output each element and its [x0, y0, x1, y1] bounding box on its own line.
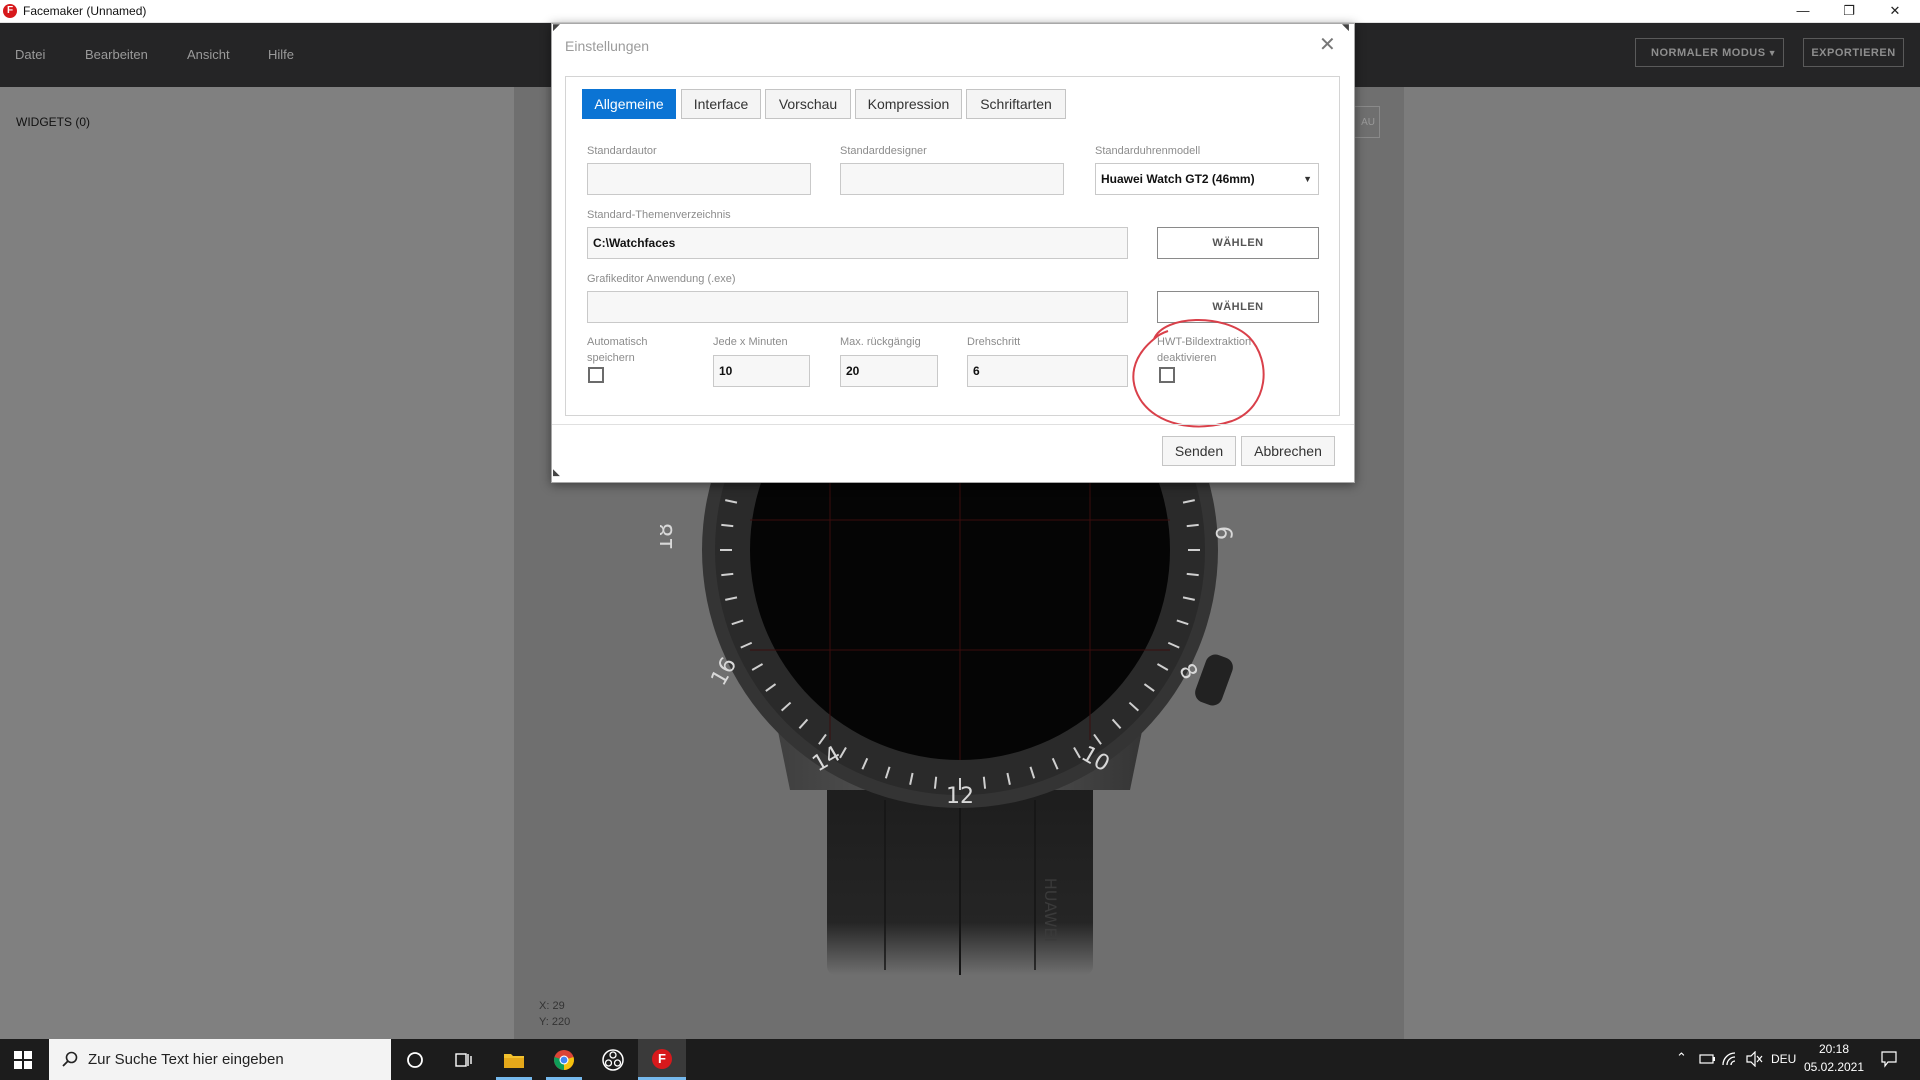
restore-button[interactable]: ❐ — [1826, 0, 1872, 22]
choose-theme-directory-button[interactable]: WÄHLEN — [1157, 227, 1319, 259]
bezel-tick — [1186, 523, 1199, 528]
bezel-number-18: 18 — [660, 523, 678, 551]
resize-handle-icon[interactable]: ◥ — [1342, 22, 1349, 33]
windows-start-icon[interactable] — [14, 1051, 32, 1069]
show-hidden-icons-icon[interactable]: ⌃ — [1676, 1050, 1687, 1066]
bezel-number-12: 12 — [946, 784, 974, 809]
tab-interface[interactable]: Interface — [681, 89, 761, 119]
annotation-circle — [1132, 319, 1265, 428]
graphics-editor-label: Grafikeditor Anwendung (.exe) — [587, 273, 736, 285]
resize-handle-icon[interactable]: ◤ — [553, 22, 560, 33]
window-title: Facemaker (Unnamed) — [23, 4, 147, 18]
bezel-tick — [982, 776, 987, 789]
theme-directory-input[interactable]: C:\Watchfaces — [587, 227, 1128, 259]
every-x-minutes-input[interactable]: 10 — [713, 355, 810, 387]
tab-schriftarten[interactable]: Schriftarten — [966, 89, 1066, 119]
watch-crown — [1195, 654, 1233, 706]
standard-author-label: Standardautor — [587, 145, 657, 157]
minimize-button[interactable]: — — [1780, 0, 1826, 22]
cursor-y-readout: Y: 220 — [539, 1016, 571, 1028]
autosave-label-line2: speichern — [587, 352, 635, 364]
strap-brand-text: HUAWEI — [1041, 878, 1060, 942]
chevron-down-icon: ▼ — [1303, 174, 1312, 184]
standard-author-input[interactable] — [587, 163, 811, 195]
properties-panel — [1404, 87, 1920, 1039]
graphics-editor-input[interactable] — [587, 291, 1128, 323]
standard-designer-input[interactable] — [840, 163, 1064, 195]
submit-button[interactable]: Senden — [1162, 436, 1236, 466]
cancel-button[interactable]: Abbrechen — [1241, 436, 1335, 466]
bezel-tick — [721, 523, 734, 528]
max-undo-label: Max. rückgängig — [840, 336, 921, 348]
bezel-tick — [721, 572, 734, 577]
mode-dropdown[interactable]: NORMALER MODUS ▼ — [1635, 38, 1784, 67]
facemaker-taskbar-button[interactable]: F — [638, 1039, 686, 1080]
widgets-count-label: WIDGETS (0) — [16, 115, 90, 129]
input-language[interactable]: DEU — [1771, 1052, 1796, 1066]
dialog-close-icon[interactable]: ✕ — [1319, 32, 1336, 57]
tab-kompression[interactable]: Kompression — [855, 89, 962, 119]
taskbar-search-box[interactable]: Zur Suche Text hier eingeben — [49, 1039, 391, 1080]
widgets-panel: WIDGETS (0) — [0, 87, 514, 1039]
menu-hilfe[interactable]: Hilfe — [268, 47, 294, 62]
taskbar: Zur Suche Text hier eingeben F ⌃ DEU 20:… — [0, 1039, 1920, 1080]
search-icon — [62, 1051, 78, 1067]
dialog-footer-divider — [552, 424, 1354, 425]
clock-time[interactable]: 20:18 — [1806, 1042, 1862, 1056]
settings-content: Allgemeine Interface Vorschau Kompressio… — [565, 76, 1340, 428]
autosave-label-line1: Automatisch — [587, 336, 648, 348]
speaker-muted-icon[interactable] — [1745, 1051, 1763, 1067]
standard-watch-model-label: Standarduhrenmodell — [1095, 145, 1201, 157]
settings-dialog: ◤ ◥ ◣ Einstellungen ✕ Allgemeine Interfa… — [551, 22, 1355, 483]
rotation-step-input[interactable]: 6 — [967, 355, 1128, 387]
obs-studio-icon[interactable] — [602, 1049, 624, 1071]
network-icon[interactable] — [1721, 1051, 1739, 1067]
clock-date[interactable]: 05.02.2021 — [1801, 1060, 1867, 1074]
notifications-icon[interactable] — [1880, 1050, 1898, 1068]
autosave-label: Automatisch speichern — [587, 334, 648, 366]
standard-watch-model-select[interactable]: Huawei Watch GT2 (46mm) ▼ — [1095, 163, 1319, 195]
watch-model-selected-value: Huawei Watch GT2 (46mm) — [1101, 172, 1255, 186]
standard-designer-label: Standarddesigner — [840, 145, 927, 157]
chevron-down-icon: ▼ — [1767, 48, 1777, 58]
window-close-button[interactable]: ✕ — [1872, 0, 1918, 22]
file-explorer-icon[interactable] — [503, 1050, 525, 1070]
title-bar: F Facemaker (Unnamed) — ❐ ✕ — [0, 0, 1920, 23]
dialog-title: Einstellungen — [565, 38, 650, 54]
cursor-x-readout: X: 29 — [539, 1000, 565, 1012]
bezel-tick — [1186, 572, 1199, 577]
rotation-step-label: Drehschritt — [967, 336, 1021, 348]
menu-datei[interactable]: Datei — [15, 47, 45, 62]
search-placeholder: Zur Suche Text hier eingeben — [88, 1051, 284, 1068]
tab-allgemeine[interactable]: Allgemeine — [582, 89, 676, 119]
menu-bearbeiten[interactable]: Bearbeiten — [85, 47, 148, 62]
tab-vorschau[interactable]: Vorschau — [765, 89, 851, 119]
bezel-number-6: 6 — [1210, 526, 1235, 540]
resize-handle-icon[interactable]: ◣ — [553, 467, 560, 478]
facemaker-app-icon: F — [652, 1049, 672, 1069]
max-undo-input[interactable]: 20 — [840, 355, 938, 387]
battery-icon[interactable] — [1697, 1052, 1715, 1066]
task-view-icon[interactable] — [454, 1051, 472, 1069]
chrome-icon[interactable] — [553, 1049, 575, 1071]
every-x-minutes-label: Jede x Minuten — [713, 336, 788, 348]
cortana-icon[interactable] — [406, 1051, 424, 1069]
bezel-tick — [933, 776, 938, 789]
autosave-checkbox[interactable] — [588, 367, 604, 383]
mode-dropdown-label: NORMALER MODUS — [1651, 47, 1766, 59]
watch-preview: 18 16 14 12 10 8 6 HUAWEI — [660, 470, 1235, 975]
menu-ansicht[interactable]: Ansicht — [187, 47, 230, 62]
theme-directory-label: Standard-Themenverzeichnis — [587, 209, 731, 221]
app-logo: F — [3, 4, 17, 18]
export-button[interactable]: EXPORTIEREN — [1803, 38, 1904, 67]
